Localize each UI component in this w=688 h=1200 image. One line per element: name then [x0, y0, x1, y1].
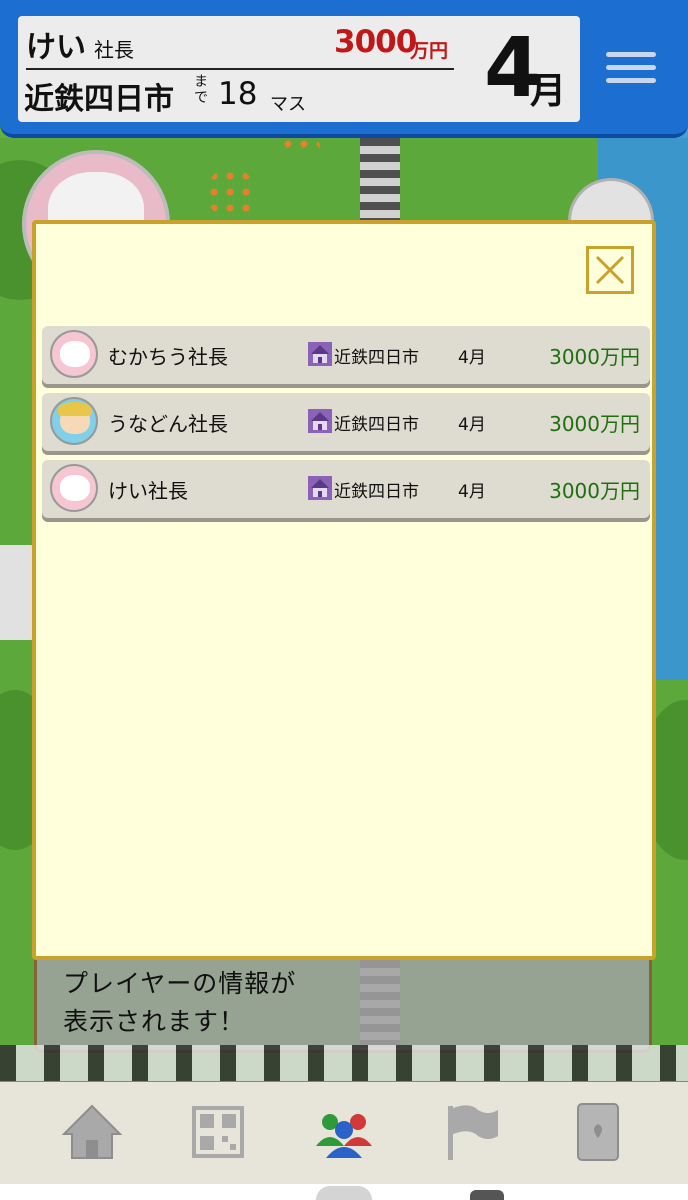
steps-unit: マス — [270, 94, 306, 115]
qr-code-icon — [192, 1106, 244, 1158]
home-icon — [61, 1104, 123, 1159]
player-row-name: むかちう社長 — [108, 345, 228, 369]
nav-flag-tab[interactable] — [440, 1100, 504, 1164]
station-icon — [308, 342, 332, 366]
divider — [26, 68, 454, 70]
player-title: 社長 — [94, 38, 134, 62]
player-row-month: 4月 — [458, 415, 486, 435]
hamburger-icon[interactable] — [606, 52, 656, 88]
player-avatar — [50, 464, 98, 512]
flag-icon — [448, 1105, 498, 1160]
player-row-unadon[interactable]: うなどん社長 近鉄四日市 4月 3000万円 — [42, 393, 650, 451]
player-row-month: 4月 — [458, 482, 486, 502]
player-info-modal: むかちう社長 近鉄四日市 4月 3000万円 うなどん社長 近鉄四日市 4月 3… — [32, 220, 656, 960]
player-list: むかちう社長 近鉄四日市 4月 3000万円 うなどん社長 近鉄四日市 4月 3… — [42, 326, 650, 527]
player-row-month: 4月 — [458, 348, 486, 368]
player-row-station: 近鉄四日市 — [334, 348, 419, 368]
until-label: まで — [194, 74, 208, 106]
remaining-steps: 18 — [218, 76, 258, 112]
status-header: けい 社長 3000 万円 近鉄四日市 まで 18 マス 4 月 — [0, 0, 688, 138]
player-row-kei[interactable]: けい社長 近鉄四日市 4月 3000万円 — [42, 460, 650, 518]
nav-card-tab[interactable] — [566, 1100, 630, 1164]
close-icon — [595, 255, 625, 285]
player-row-station: 近鉄四日市 — [334, 415, 419, 435]
players-icon — [316, 1114, 372, 1158]
player-status-card: けい 社長 3000 万円 近鉄四日市 まで 18 マス 4 月 — [18, 16, 580, 122]
nav-players-tab[interactable] — [312, 1100, 376, 1164]
player-row-station: 近鉄四日市 — [334, 482, 419, 502]
player-row-money: 3000万円 — [549, 479, 640, 503]
system-home-indicator — [316, 1186, 372, 1200]
player-avatar — [50, 330, 98, 378]
station-icon — [308, 409, 332, 433]
destination-station: 近鉄四日市 — [24, 82, 174, 117]
station-icon — [308, 476, 332, 500]
player-row-money: 3000万円 — [549, 345, 640, 369]
system-indicator — [470, 1190, 504, 1200]
current-month-unit: 月 — [530, 71, 567, 112]
player-row-name: うなどん社長 — [108, 412, 228, 436]
player-row-name: けい社長 — [108, 479, 188, 503]
card-icon — [577, 1103, 619, 1161]
money-amount: 3000 — [334, 24, 417, 60]
close-button[interactable] — [586, 246, 634, 294]
player-row-mukachiu[interactable]: むかちう社長 近鉄四日市 4月 3000万円 — [42, 326, 650, 384]
bottom-nav — [0, 1082, 688, 1200]
money-unit: 万円 — [410, 40, 449, 62]
player-avatar — [50, 397, 98, 445]
nav-home-tab[interactable] — [60, 1100, 124, 1164]
player-name: けい — [26, 30, 86, 65]
player-row-money: 3000万円 — [549, 412, 640, 436]
nav-qr-tab[interactable] — [186, 1100, 250, 1164]
